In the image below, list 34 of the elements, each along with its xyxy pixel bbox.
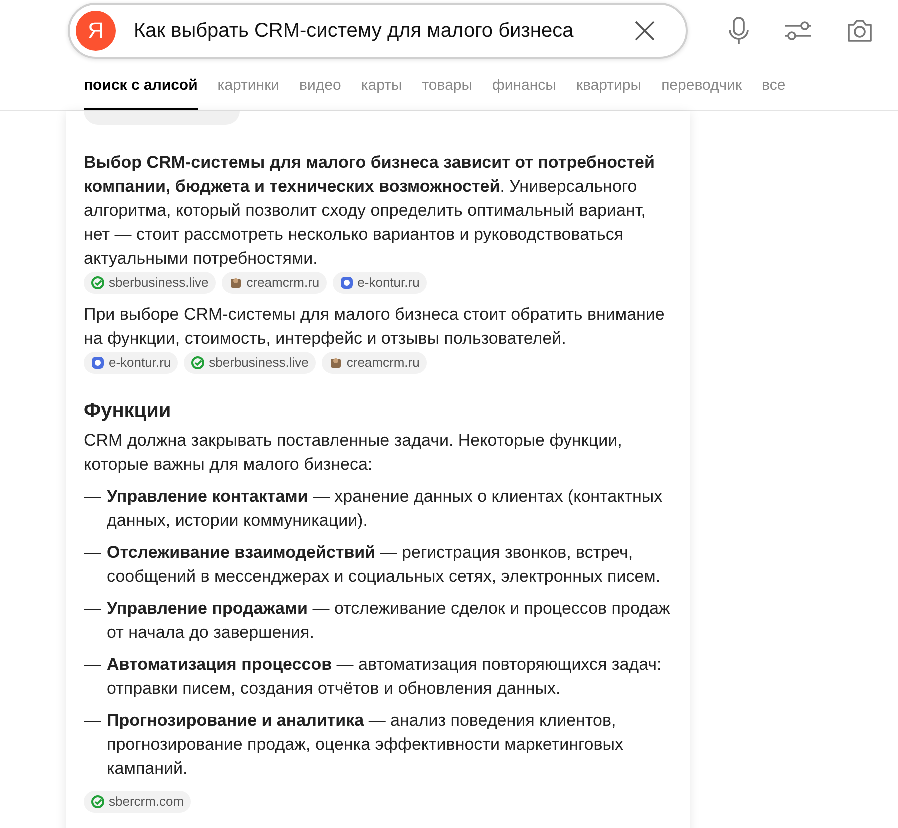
list-dash: — [84, 710, 101, 732]
answer-paragraph: При выборе CRM-системы для малого бизнеса стоит обратить внимание на функции, стоимость, интерфейс и отзывы пользователей. [84, 304, 666, 350]
list-dash: — [84, 598, 101, 620]
settings-icon[interactable] [784, 19, 812, 43]
list-dash: — [84, 654, 101, 676]
close-icon[interactable] [634, 20, 656, 42]
tab[interactable]: переводчик [662, 62, 742, 110]
tab[interactable]: картинки [218, 62, 280, 110]
list-dash: — [84, 542, 101, 564]
answer-paragraph: Выбор CRM-системы для малого бизнеса зависит от потребностей компании, бюджета и технических возможностей. Универсального алгоритма, который позволит сходу определить оптимальный вариант, нет — стоит рассмотреть несколько вариантов и руководствоваться актуальными потребностями. [84, 152, 656, 270]
tab[interactable]: видео [300, 62, 342, 110]
list-item: Управление контактами — хранение данных о клиентах (контактных данных, истории коммуникации). [107, 486, 664, 532]
source-chip[interactable]: sberbusiness.live [84, 272, 216, 294]
tab[interactable]: карты [361, 62, 402, 110]
source-chip[interactable]: creamcrm.ru [222, 272, 327, 294]
tab[interactable]: квартиры [576, 62, 642, 110]
section-intro: CRM должна закрывать поставленные задачи. Некоторые функции, которые важны для малого бизнеса: [84, 430, 624, 476]
source-chip[interactable]: creamcrm.ru [322, 352, 427, 374]
tab[interactable]: финансы [492, 62, 556, 110]
list-dash: — [84, 486, 101, 508]
source-chip[interactable]: sbercrm.com [84, 791, 192, 813]
source-chip[interactable]: e-kontur.ru [332, 272, 427, 294]
tab[interactable]: товары [422, 62, 473, 110]
search-field[interactable]: Я Как выбрать CRM-систему для малого бизнеса [68, 3, 688, 59]
list-item: Отслеживание взаимодействий — регистрация звонков, встреч, сообщений в мессенджерах и социальных сетях, электронных писем. [107, 542, 662, 588]
list-item: Прогнозирование и аналитика — анализ поведения клиентов, прогнозирование продаж, оценка эффективности маркетинговых кампаний. [107, 710, 624, 780]
microphone-icon[interactable] [728, 17, 750, 45]
list-item: Управление продажами — отслеживание сделок и процессов продаж от начала до завершения. [107, 598, 672, 644]
camera-icon[interactable] [846, 19, 874, 43]
source-chip[interactable]: sberbusiness.live [184, 352, 316, 374]
section-heading: Функции [84, 399, 172, 423]
source-chip[interactable]: e-kontur.ru [84, 352, 178, 374]
tab[interactable]: все [762, 62, 786, 110]
list-item: Автоматизация процессов — автоматизация повторяющихся задач: отправки писем, создания отчётов и обновления данных. [107, 654, 663, 700]
